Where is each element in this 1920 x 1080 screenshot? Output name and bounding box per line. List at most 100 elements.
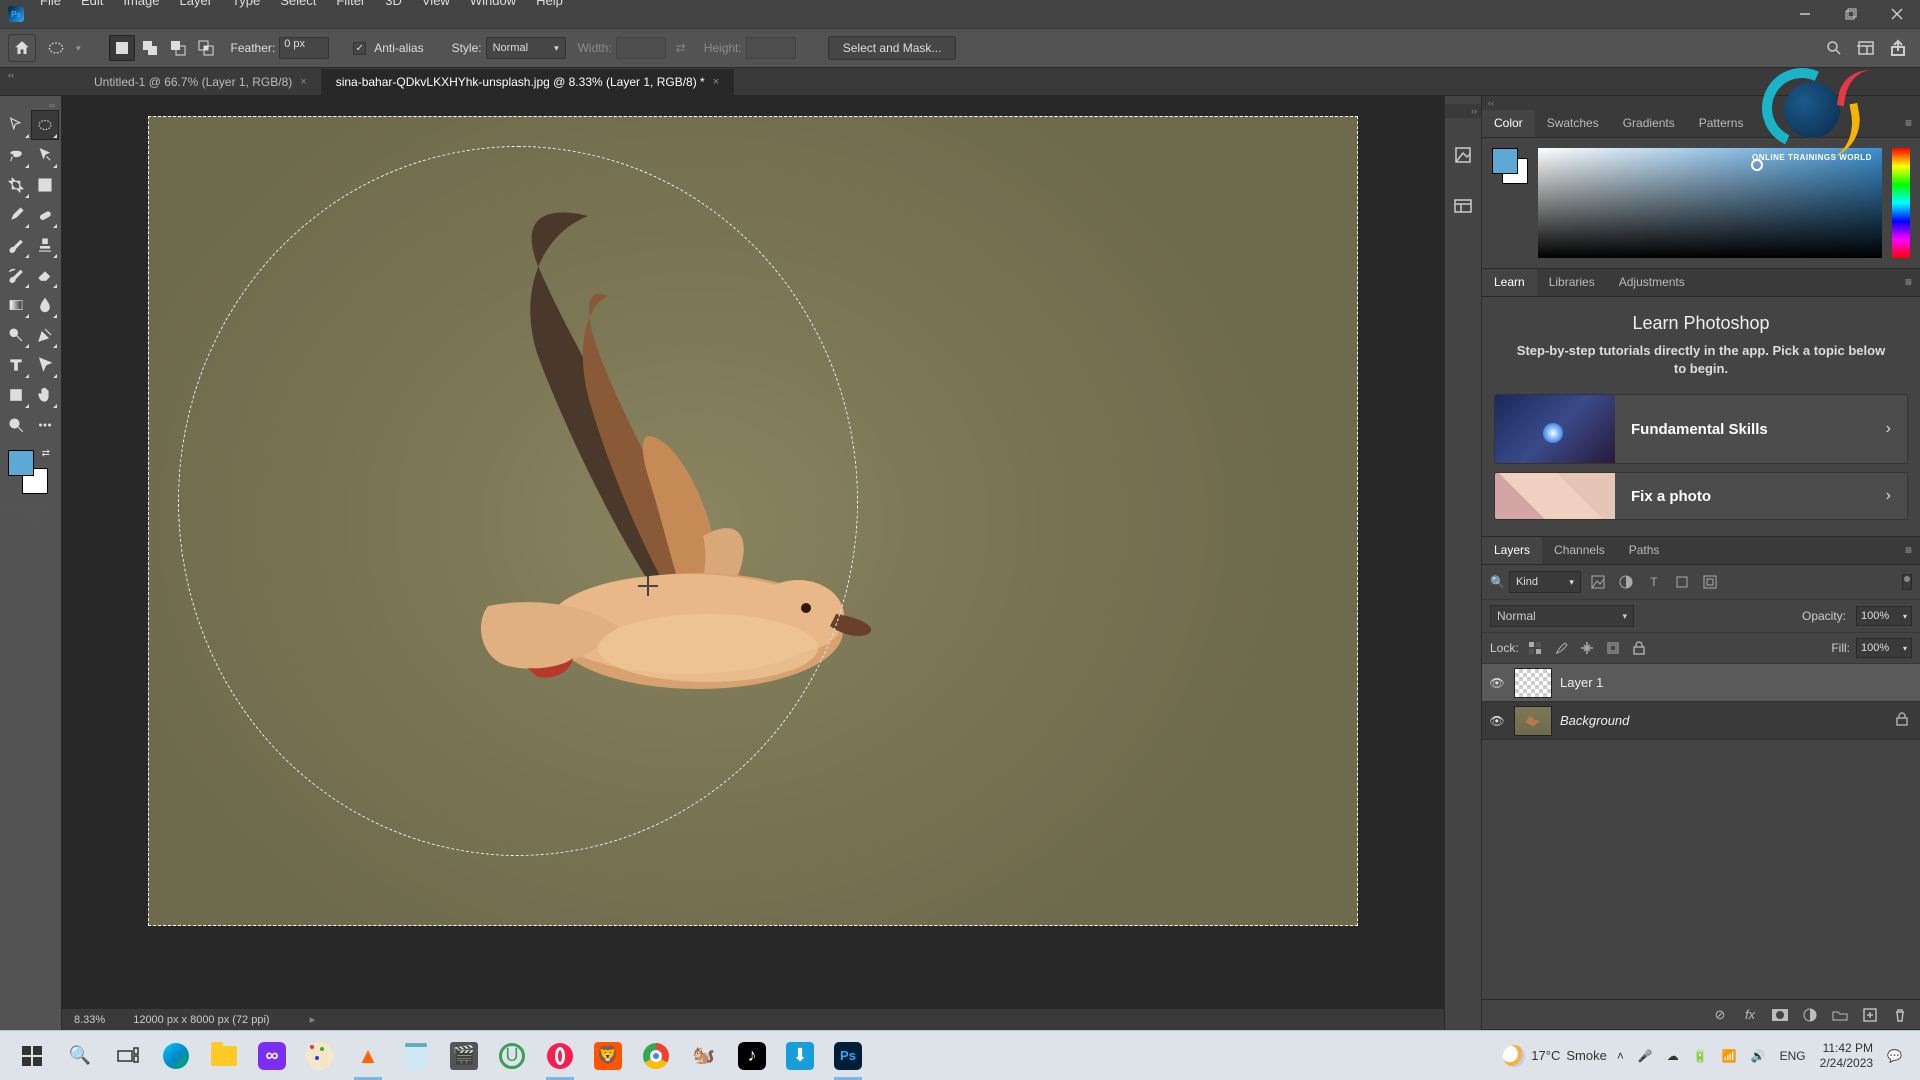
taskbar-tiktok[interactable]: ♪ <box>728 1032 776 1080</box>
tray-mic-icon[interactable]: 🎤 <box>1638 1049 1653 1063</box>
lock-artboard-icon[interactable] <box>1603 638 1623 658</box>
taskbar-app-blue[interactable]: ⬇ <box>776 1032 824 1080</box>
style-select[interactable]: Normal▾ <box>486 37 566 59</box>
delete-layer-icon[interactable] <box>1890 1005 1910 1025</box>
antialias-checkbox[interactable] <box>353 42 366 55</box>
selection-new-button[interactable] <box>109 35 135 61</box>
tab-patterns[interactable]: Patterns <box>1687 110 1756 137</box>
taskbar-paint[interactable] <box>296 1032 344 1080</box>
layer-name[interactable]: Layer 1 <box>1560 675 1914 690</box>
tray-battery-icon[interactable]: 🔋 <box>1693 1049 1708 1063</box>
layer-item[interactable]: 👁 Background <box>1482 702 1920 740</box>
brush-tool[interactable] <box>2 230 31 260</box>
properties-panel-icon[interactable] <box>1450 192 1476 218</box>
taskbar-opera[interactable] <box>536 1032 584 1080</box>
quickmask-mode-button[interactable] <box>32 504 54 522</box>
tray-lang[interactable]: ENG <box>1780 1049 1806 1063</box>
foreground-color[interactable] <box>8 450 34 476</box>
taskbar-explorer[interactable] <box>200 1032 248 1080</box>
tab-swatches[interactable]: Swatches <box>1535 110 1611 137</box>
doc-info[interactable]: 12000 px x 8000 px (72 ppi) <box>133 1014 269 1026</box>
tab-gradients[interactable]: Gradients <box>1611 110 1687 137</box>
hue-slider[interactable] <box>1892 148 1910 258</box>
taskbar-chrome[interactable] <box>632 1032 680 1080</box>
taskbar-photoshop[interactable]: Ps <box>824 1032 872 1080</box>
tab-layers[interactable]: Layers <box>1482 537 1542 564</box>
color-picker-ring[interactable] <box>1751 159 1763 171</box>
start-button[interactable] <box>8 1032 56 1080</box>
stamp-tool[interactable] <box>31 230 60 260</box>
filter-shape-icon[interactable] <box>1671 571 1693 593</box>
menu-window[interactable]: Window <box>460 0 526 14</box>
dock-collapse[interactable]: ‹‹ <box>1482 96 1920 110</box>
crop-tool[interactable] <box>2 170 31 200</box>
pen-tool[interactable] <box>31 320 60 350</box>
layer-thumbnail[interactable] <box>1514 668 1552 698</box>
tab-libraries[interactable]: Libraries <box>1537 269 1607 296</box>
lasso-tool[interactable] <box>2 140 31 170</box>
filter-smart-icon[interactable] <box>1699 571 1721 593</box>
taskbar-app-green[interactable]: U <box>488 1032 536 1080</box>
task-view-button[interactable] <box>104 1032 152 1080</box>
layer-fx-icon[interactable]: fx <box>1740 1005 1760 1025</box>
maximize-button[interactable] <box>1828 0 1874 28</box>
toolbar-collapse[interactable]: ›› <box>2 100 59 110</box>
layer-thumbnail[interactable] <box>1514 706 1552 736</box>
history-panel-icon[interactable] <box>1450 142 1476 168</box>
menu-layer[interactable]: Layer <box>170 0 223 14</box>
opacity-input[interactable]: 100%▾ <box>1856 606 1912 626</box>
panel-menu-icon[interactable]: ≡ <box>1897 269 1920 296</box>
feather-input[interactable]: 0 px <box>279 37 329 59</box>
layer-name[interactable]: Background <box>1560 713 1888 728</box>
tab-color[interactable]: Color <box>1482 110 1535 137</box>
panel-menu-icon[interactable]: ≡ <box>1897 110 1920 137</box>
tray-volume-icon[interactable]: 🔊 <box>1751 1049 1766 1063</box>
close-button[interactable] <box>1874 0 1920 28</box>
tab-learn[interactable]: Learn <box>1482 269 1537 296</box>
tab-paths[interactable]: Paths <box>1617 537 1672 564</box>
frame-tool[interactable] <box>31 170 60 200</box>
close-icon[interactable]: × <box>300 76 306 88</box>
color-field[interactable] <box>1538 148 1882 258</box>
menu-3d[interactable]: 3D <box>375 0 412 14</box>
filter-adjust-icon[interactable] <box>1615 571 1637 593</box>
edit-toolbar-button[interactable] <box>31 410 60 440</box>
layer-mask-icon[interactable] <box>1770 1005 1790 1025</box>
fill-input[interactable]: 100%▾ <box>1856 638 1912 658</box>
tray-clock[interactable]: 11:42 PM 2/24/2023 <box>1820 1041 1873 1070</box>
taskbar-vlc[interactable]: ▲ <box>344 1032 392 1080</box>
weather-widget[interactable]: 17°C Smoke <box>1503 1045 1607 1067</box>
blend-mode-select[interactable]: Normal▾ <box>1490 605 1634 627</box>
visibility-toggle[interactable]: 👁 <box>1488 676 1506 690</box>
zoom-level[interactable]: 8.33% <box>74 1014 105 1026</box>
eraser-tool[interactable] <box>31 260 60 290</box>
menu-select[interactable]: Select <box>270 0 326 14</box>
adjustment-layer-icon[interactable] <box>1800 1005 1820 1025</box>
eyedropper-tool[interactable] <box>2 200 31 230</box>
tray-onedrive-icon[interactable]: ☁ <box>1667 1049 1679 1063</box>
selection-intersect-button[interactable] <box>193 35 219 61</box>
foreground-swatch[interactable] <box>1492 148 1518 174</box>
menu-file[interactable]: File <box>30 0 71 14</box>
lock-trans-icon[interactable] <box>1525 638 1545 658</box>
taskbar-edge[interactable] <box>152 1032 200 1080</box>
tool-preset-picker[interactable]: ▾ <box>40 36 93 60</box>
blur-tool[interactable] <box>31 290 60 320</box>
healing-tool[interactable] <box>31 200 60 230</box>
lock-pixels-icon[interactable] <box>1551 638 1571 658</box>
taskbar-video-editor[interactable]: 🎬 <box>440 1032 488 1080</box>
quick-select-tool[interactable] <box>31 140 60 170</box>
color-swatches[interactable]: ⇄ <box>8 450 52 494</box>
path-select-tool[interactable] <box>31 350 60 380</box>
canvas-area[interactable] <box>62 96 1444 1008</box>
learn-card-fundamental[interactable]: Fundamental Skills › <box>1494 394 1908 464</box>
menu-help[interactable]: Help <box>526 0 573 14</box>
filter-toggle[interactable] <box>1902 574 1912 590</box>
search-button[interactable]: 🔍 <box>56 1032 104 1080</box>
document-canvas[interactable] <box>148 116 1358 926</box>
selection-subtract-button[interactable] <box>165 35 191 61</box>
strip-collapse[interactable]: ›› <box>1445 104 1481 118</box>
learn-card-fixphoto[interactable]: Fix a photo › <box>1494 472 1908 520</box>
zoom-tool[interactable] <box>2 410 31 440</box>
shape-tool[interactable] <box>2 380 31 410</box>
